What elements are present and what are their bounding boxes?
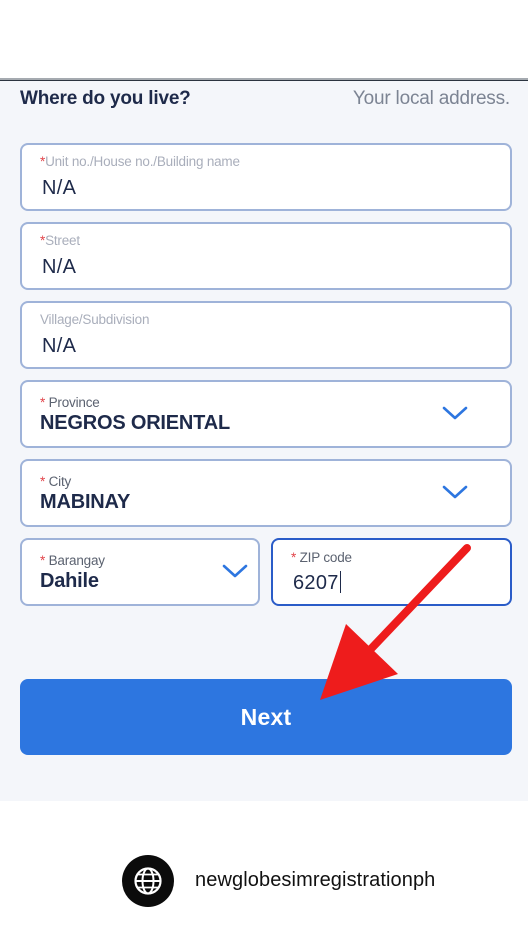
barangay-select[interactable]: * Barangay Dahile — [20, 538, 260, 606]
section-title: Where do you live? — [20, 88, 191, 109]
section-subtitle: Your local address. — [352, 88, 510, 109]
province-select-value: NEGROS ORIENTAL — [40, 412, 230, 434]
province-select[interactable]: * Province NEGROS ORIENTAL — [20, 380, 512, 448]
village-field-value: N/A — [42, 335, 77, 357]
text-cursor — [339, 571, 342, 593]
city-select[interactable]: * City MABINAY — [20, 459, 512, 527]
globe-icon — [122, 855, 174, 907]
chevron-down-icon — [442, 406, 468, 420]
next-button[interactable]: Next — [20, 679, 512, 755]
unit-field-label: *Unit no./House no./Building name — [40, 154, 240, 169]
village-field-label: Village/Subdivision — [40, 312, 150, 327]
zip-code-field[interactable]: * ZIP code 6207 — [271, 538, 512, 606]
account-handle: newglobesimregistrationph — [195, 869, 436, 891]
unit-field[interactable]: *Unit no./House no./Building name N/A — [20, 143, 512, 211]
chevron-down-icon — [442, 485, 468, 499]
street-field-label: *Street — [40, 233, 80, 248]
province-select-label: * Province — [40, 395, 100, 410]
unit-field-value: N/A — [42, 177, 77, 199]
city-select-label: * City — [40, 474, 72, 489]
chevron-down-icon — [222, 564, 248, 578]
village-field[interactable]: Village/Subdivision N/A — [20, 301, 512, 369]
barangay-select-value: Dahile — [40, 570, 99, 592]
zip-code-field-value: 6207 — [293, 571, 342, 595]
street-field-value: N/A — [42, 256, 77, 278]
street-field[interactable]: *Street N/A — [20, 222, 512, 290]
city-select-value: MABINAY — [40, 491, 131, 513]
zip-code-field-label: * ZIP code — [291, 550, 352, 565]
barangay-select-label: * Barangay — [40, 553, 105, 568]
